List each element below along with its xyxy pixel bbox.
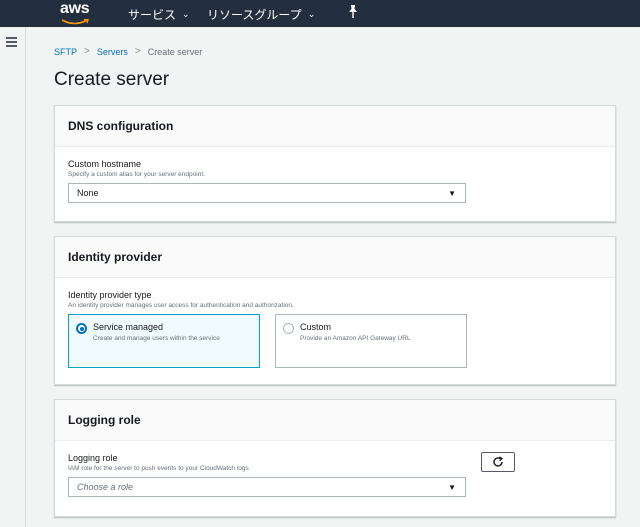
pin-icon[interactable]: [346, 4, 360, 20]
identity-provider-options: Service managed Create and manage users …: [68, 314, 602, 368]
dns-configuration-header: DNS configuration: [55, 106, 615, 147]
services-menu-label: サービス: [128, 8, 177, 22]
breadcrumb: SFTP > Servers > Create server: [54, 46, 202, 57]
logging-role-label: Logging role: [68, 453, 118, 463]
custom-hostname-select[interactable]: None ▼: [68, 183, 466, 203]
chevron-right-icon: >: [134, 46, 141, 57]
chevron-right-icon: >: [84, 46, 90, 57]
top-navigation-bar: aws サービス ⌄ リソースグループ ⌄: [0, 0, 640, 27]
aws-smile-icon: [61, 19, 89, 25]
breadcrumb-sftp[interactable]: SFTP: [54, 47, 77, 57]
logging-role-panel: Logging role Logging role IAM role for t…: [54, 399, 616, 517]
sidebar: [0, 27, 26, 527]
service-managed-title: Service managed: [93, 322, 164, 332]
main-content: SFTP > Servers > Create server Create se…: [26, 27, 640, 527]
breadcrumb-servers[interactable]: Servers: [97, 47, 128, 57]
identity-provider-type-description: An identity provider manages user access…: [68, 302, 294, 309]
aws-logo[interactable]: aws: [60, 0, 92, 27]
identity-provider-type-label: Identity provider type: [68, 290, 152, 300]
refresh-icon: [493, 456, 504, 467]
custom-description: Provide an Amazon API Gateway URL: [300, 335, 411, 342]
page-title: Create server: [54, 69, 170, 90]
aws-logo-text: aws: [60, 0, 90, 17]
radio-selected-icon[interactable]: [76, 323, 87, 334]
custom-title: Custom: [300, 322, 332, 332]
identity-provider-header: Identity provider: [55, 237, 615, 278]
custom-option[interactable]: Custom Provide an Amazon API Gateway URL: [275, 314, 467, 368]
custom-hostname-description: Specify a custom alias for your server e…: [68, 171, 205, 178]
custom-hostname-value: None: [77, 188, 99, 198]
service-managed-description: Create and manage users within the servi…: [93, 335, 220, 342]
menu-icon[interactable]: [6, 37, 17, 47]
breadcrumb-current: Create server: [147, 46, 203, 57]
logging-role-description: IAM role for the server to push events t…: [68, 465, 249, 472]
dns-configuration-panel: DNS configuration Custom hostname Specif…: [54, 105, 616, 222]
identity-provider-panel: Identity provider Identity provider type…: [54, 236, 616, 385]
caret-down-icon: ▼: [448, 189, 456, 198]
chevron-down-icon: ⌄: [307, 9, 316, 19]
caret-down-icon: ▼: [448, 483, 456, 492]
radio-unselected-icon[interactable]: [283, 323, 294, 334]
custom-hostname-label: Custom hostname: [68, 159, 142, 169]
resource-groups-menu[interactable]: リソースグループ ⌄: [207, 6, 315, 23]
logging-role-select[interactable]: Choose a role ▼: [68, 477, 466, 497]
service-managed-option[interactable]: Service managed Create and manage users …: [68, 314, 260, 368]
resource-groups-menu-label: リソースグループ: [207, 8, 302, 22]
chevron-down-icon: ⌄: [182, 9, 190, 19]
logging-role-header: Logging role: [55, 400, 615, 441]
services-menu[interactable]: サービス ⌄: [128, 6, 190, 23]
logging-role-placeholder: Choose a role: [77, 482, 134, 492]
refresh-roles-button[interactable]: [481, 452, 515, 472]
